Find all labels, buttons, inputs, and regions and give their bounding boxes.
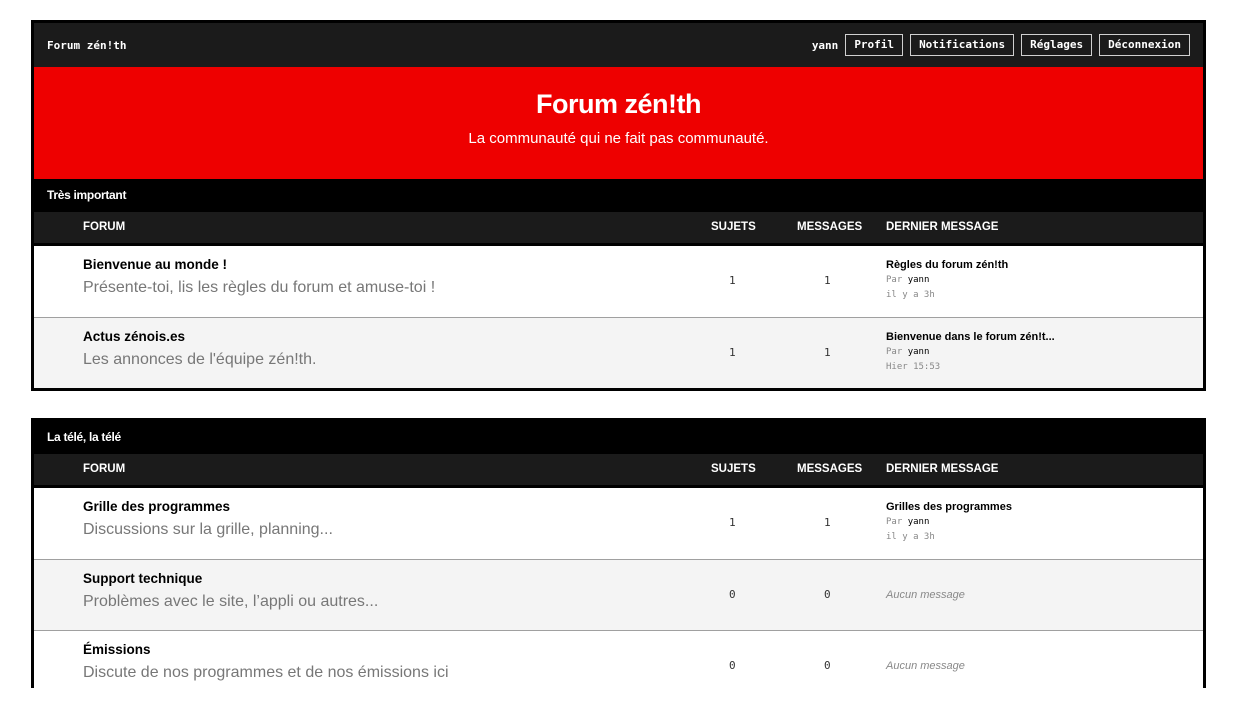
column-header-row: FORUM SUJETS MESSAGES DERNIER MESSAGE <box>34 212 1203 246</box>
message-count: 0 <box>824 588 831 601</box>
forum-row[interactable]: Émissions Discute de nos programmes et d… <box>34 630 1203 701</box>
message-count: 1 <box>824 516 831 529</box>
forum-block-main: Forum zén!th yann Profil Notifications R… <box>31 20 1206 391</box>
message-count: 1 <box>824 274 831 287</box>
last-message-title[interactable]: Bienvenue dans le forum zén!t... <box>886 331 1055 343</box>
settings-button[interactable]: Réglages <box>1021 34 1093 56</box>
forum-description: Les annonces de l'équipe zén!th. <box>83 351 317 368</box>
category-title: Très important <box>34 179 1203 212</box>
forum-description: Discussions sur la grille, planning... <box>83 521 333 538</box>
forum-description: Présente-toi, lis les règles du forum et… <box>83 279 436 296</box>
topic-count: 0 <box>729 659 736 672</box>
column-sujets: SUJETS <box>711 221 756 233</box>
username-label[interactable]: yann <box>812 39 839 52</box>
message-count: 0 <box>824 659 831 672</box>
last-message-time: il y a 3h <box>886 532 935 542</box>
forum-row[interactable]: Bienvenue au monde ! Présente-toi, lis l… <box>34 246 1203 317</box>
column-messages: MESSAGES <box>797 463 863 475</box>
author-link[interactable]: yann <box>908 275 930 285</box>
topic-count: 1 <box>729 346 736 359</box>
author-link[interactable]: yann <box>908 347 930 357</box>
forum-description: Discute de nos programmes et de nos émis… <box>83 664 449 681</box>
topic-count: 0 <box>729 588 736 601</box>
hero-tagline: La communauté qui ne fait pas communauté… <box>468 130 769 147</box>
no-message-label: Aucun message <box>886 589 965 601</box>
forum-description: Problèmes avec le site, l’appli ou autre… <box>83 593 379 610</box>
forum-row[interactable]: Actus zénois.es Les annonces de l'équipe… <box>34 317 1203 388</box>
column-header-row: FORUM SUJETS MESSAGES DERNIER MESSAGE <box>34 454 1203 488</box>
site-name-link[interactable]: Forum zén!th <box>47 39 126 52</box>
forum-name[interactable]: Bienvenue au monde ! <box>83 257 227 272</box>
column-forum: FORUM <box>83 221 126 233</box>
logout-button[interactable]: Déconnexion <box>1099 34 1190 56</box>
forum-row[interactable]: Support technique Problèmes avec le site… <box>34 559 1203 630</box>
no-message-label: Aucun message <box>886 660 965 672</box>
last-message-author: Par yann <box>886 517 930 527</box>
user-nav: yann Profil Notifications Réglages Décon… <box>812 34 1190 56</box>
column-last-message: DERNIER MESSAGE <box>886 463 999 475</box>
forum-name[interactable]: Support technique <box>83 571 202 586</box>
forum-block-tele: La télé, la télé FORUM SUJETS MESSAGES D… <box>31 418 1206 701</box>
last-message-author: Par yann <box>886 275 930 285</box>
top-navbar: Forum zén!th yann Profil Notifications R… <box>34 23 1203 67</box>
last-message-title[interactable]: Règles du forum zén!th <box>886 259 1008 271</box>
author-link[interactable]: yann <box>908 517 930 527</box>
last-message-time: Hier 15:53 <box>886 362 941 372</box>
profile-button[interactable]: Profil <box>845 34 904 56</box>
forum-name[interactable]: Émissions <box>83 642 151 657</box>
topic-count: 1 <box>729 274 736 287</box>
forum-name[interactable]: Grille des programmes <box>83 499 230 514</box>
last-message-title[interactable]: Grilles des programmes <box>886 501 1012 513</box>
column-forum: FORUM <box>83 463 126 475</box>
forum-row[interactable]: Grille des programmes Discussions sur la… <box>34 488 1203 559</box>
topic-count: 1 <box>729 516 736 529</box>
hero-title: Forum zén!th <box>536 89 701 119</box>
category-title: La télé, la télé <box>34 421 1203 454</box>
last-message-time: il y a 3h <box>886 290 935 300</box>
hero-banner: Forum zén!th La communauté qui ne fait p… <box>34 67 1203 179</box>
column-sujets: SUJETS <box>711 463 756 475</box>
forum-name[interactable]: Actus zénois.es <box>83 329 185 344</box>
column-last-message: DERNIER MESSAGE <box>886 221 999 233</box>
last-message-author: Par yann <box>886 347 930 357</box>
notifications-button[interactable]: Notifications <box>910 34 1015 56</box>
column-messages: MESSAGES <box>797 221 863 233</box>
message-count: 1 <box>824 346 831 359</box>
